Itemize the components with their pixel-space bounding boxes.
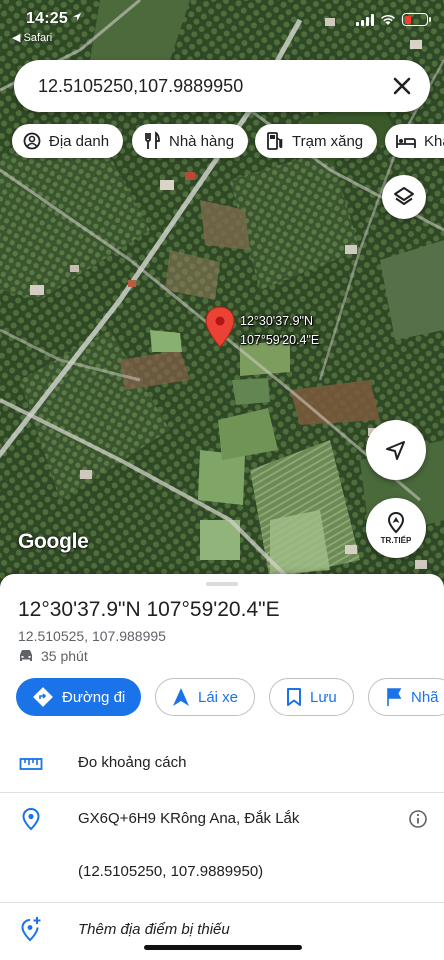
navigation-pin-icon xyxy=(387,511,405,534)
divider xyxy=(0,792,444,793)
gas-station-icon xyxy=(267,132,283,150)
drive-time: 35 phút xyxy=(18,648,88,664)
label-label: Nhã xyxy=(411,688,439,706)
plus-code-row[interactable]: GX6Q+6H9 KRông Ana, Đắk Lắk xyxy=(0,802,444,846)
coordinates-row[interactable]: (12.5105250, 107.9889950) xyxy=(0,860,444,890)
coordinates-label: (12.5105250, 107.9889950) xyxy=(78,863,264,880)
close-icon[interactable] xyxy=(388,72,416,100)
start-navigation-button[interactable]: TR.TIẾP xyxy=(366,498,426,558)
search-input[interactable]: 12.5105250,107.9889950 xyxy=(38,76,243,97)
ruler-icon xyxy=(18,751,44,777)
location-pin-outline-icon xyxy=(18,806,44,832)
pin-latitude: 12°30'37.9"N xyxy=(240,314,313,328)
status-indicators xyxy=(356,13,431,26)
hotel-icon xyxy=(396,135,416,148)
location-arrow-icon xyxy=(73,13,81,21)
directions-button[interactable]: Đường đi xyxy=(16,678,142,716)
directions-icon xyxy=(33,687,53,707)
cellular-signal-icon xyxy=(356,13,374,26)
add-missing-place-row[interactable]: Thêm địa điểm bị thiếu xyxy=(0,914,444,948)
search-bar[interactable]: 12.5105250,107.9889950 xyxy=(14,60,430,112)
start-drive-label: Lái xe xyxy=(198,688,239,706)
home-indicator xyxy=(144,945,302,950)
satellite-map[interactable]: 14:25 ◀ Safari 12.5105250,107.9889950 Đị… xyxy=(0,0,444,590)
layers-button[interactable] xyxy=(382,175,426,219)
drive-time-label: 35 phút xyxy=(41,648,88,664)
measure-distance-row[interactable]: Đo khoảng cách xyxy=(0,746,444,790)
status-time: 14:25 xyxy=(26,10,68,27)
place-decimal-coordinates: 12.510525, 107.988995 xyxy=(18,628,166,644)
chip-label: Nhà hàng xyxy=(169,132,235,150)
location-pin-icon[interactable] xyxy=(204,306,236,348)
save-button[interactable]: Lưu xyxy=(269,678,354,716)
my-location-button[interactable] xyxy=(366,420,426,480)
chip-label: Trạm xăng xyxy=(292,132,364,150)
navigation-arrow-icon xyxy=(386,441,405,460)
place-details-sheet: 12°30'37.9"N 107°59'20.4"E 12.510525, 10… xyxy=(0,574,444,960)
chip-label: Địa danh xyxy=(49,132,110,150)
add-missing-place-label: Thêm địa điểm bị thiếu xyxy=(78,921,230,938)
status-bar: 14:25 ◀ Safari xyxy=(0,0,444,44)
sheet-drag-handle[interactable] xyxy=(206,582,238,586)
category-chips: Địa danh Nhà hàng Trạm xăng Khá xyxy=(12,124,444,158)
back-to-app-link[interactable]: ◀ Safari xyxy=(12,31,52,44)
info-icon[interactable] xyxy=(408,809,428,829)
plus-code-label: GX6Q+6H9 KRông Ana, Đắk Lắk xyxy=(78,810,300,827)
add-location-icon xyxy=(18,916,44,942)
landmark-icon xyxy=(23,132,41,150)
chip-hotels[interactable]: Khá xyxy=(385,124,444,158)
measure-distance-label: Đo khoảng cách xyxy=(78,754,187,771)
restaurant-icon xyxy=(145,131,160,149)
navigation-icon xyxy=(173,688,189,706)
directions-label: Đường đi xyxy=(62,688,126,706)
wifi-icon xyxy=(381,14,395,25)
google-logo: Google xyxy=(18,530,89,553)
chip-gas-stations[interactable]: Trạm xăng xyxy=(255,124,378,158)
pin-longitude: 107°59'20.4"E xyxy=(240,333,320,347)
start-drive-button[interactable]: Lái xe xyxy=(155,678,256,716)
chip-restaurants[interactable]: Nhà hàng xyxy=(132,124,249,158)
next-label: TR.TIẾP xyxy=(380,536,412,545)
place-title: 12°30'37.9"N 107°59'20.4"E xyxy=(18,598,280,621)
bookmark-icon xyxy=(287,688,301,706)
flag-icon xyxy=(387,688,402,706)
pin-coordinates-label: 12°30'37.9"N 107°59'20.4"E xyxy=(240,312,319,350)
battery-icon xyxy=(402,13,431,26)
save-label: Lưu xyxy=(310,688,337,706)
car-icon xyxy=(20,650,32,661)
layers-icon xyxy=(394,187,414,205)
divider xyxy=(0,902,444,903)
chip-label: Khá xyxy=(424,132,444,150)
chip-landmarks[interactable]: Địa danh xyxy=(12,124,124,158)
label-button[interactable]: Nhã xyxy=(368,678,444,716)
action-buttons: Đường đi Lái xe Lưu Nhã xyxy=(16,678,444,716)
